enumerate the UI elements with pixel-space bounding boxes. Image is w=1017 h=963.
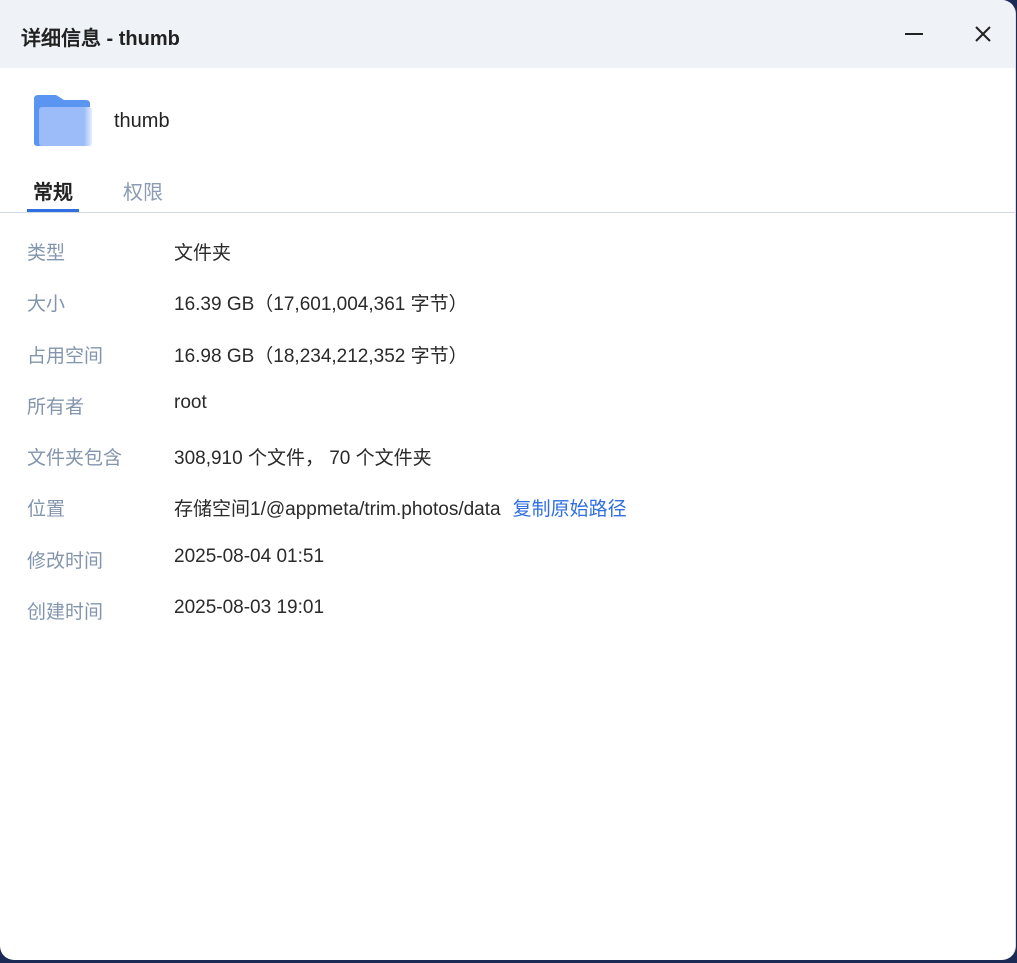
property-label: 类型 <box>27 243 66 264</box>
property-value: 308,910 个文件， 70 个文件夹 <box>174 448 432 470</box>
row-contents: 文件夹包含 308,910 个文件， 70 个文件夹 <box>0 443 1015 494</box>
close-button[interactable] <box>967 18 999 50</box>
property-value: root <box>174 391 207 413</box>
property-value: 2025-08-04 01:51 <box>174 545 325 567</box>
property-label: 创建时间 <box>27 602 104 624</box>
file-name: thumb <box>114 109 170 132</box>
row-modified-time: 修改时间 2025-08-04 01:51 <box>0 546 1015 597</box>
property-value: 文件夹 <box>174 243 232 264</box>
property-label: 所有者 <box>27 396 85 418</box>
details-window: 详细信息 - thumb thumb 常规 权限 类型 文件夹 大小 16.39 G… <box>0 0 1016 960</box>
tab-permissions[interactable]: 权限 <box>123 176 163 205</box>
tab-bar: 常规 权限 <box>0 172 1015 213</box>
row-disk-usage: 占用空间 16.98 GB（18,234,212,352 字节） <box>0 341 1015 392</box>
row-size: 大小 16.39 GB（17,601,004,361 字节） <box>0 289 1015 340</box>
property-label: 文件夹包含 <box>27 448 123 470</box>
folder-icon <box>34 95 92 146</box>
property-value: 2025-08-03 19:01 <box>174 597 325 619</box>
property-label: 占用空间 <box>27 345 104 367</box>
tab-general[interactable]: 常规 <box>27 176 79 212</box>
property-label: 位置 <box>27 499 66 521</box>
properties-list: 类型 文件夹 大小 16.39 GB（17,601,004,361 字节） 占用空间… <box>0 238 1015 648</box>
property-value: 存储空间1/@appmeta/trim.photos/data <box>174 499 501 521</box>
close-icon <box>975 26 991 42</box>
minimize-icon <box>905 33 923 35</box>
minimize-button[interactable] <box>898 18 930 50</box>
property-value: 16.98 GB（18,234,212,352 字节） <box>174 345 468 367</box>
property-label: 大小 <box>27 294 66 316</box>
window-title: 详细信息 - thumb <box>21 28 180 50</box>
row-type: 类型 文件夹 <box>0 238 1015 289</box>
file-header: thumb <box>34 95 170 147</box>
row-location: 位置 存储空间1/@appmeta/trim.photos/data 复制原始路径 <box>0 494 1015 545</box>
row-created-time: 创建时间 2025-08-03 19:01 <box>0 597 1015 648</box>
location-value-wrap: 存储空间1/@appmeta/trim.photos/data 复制原始路径 <box>174 494 627 521</box>
property-label: 修改时间 <box>27 550 104 572</box>
title-bar[interactable]: 详细信息 - thumb <box>0 0 1015 68</box>
copy-original-path-link[interactable]: 复制原始路径 <box>513 499 627 520</box>
row-owner: 所有者 root <box>0 392 1015 443</box>
property-value: 16.39 GB（17,601,004,361 字节） <box>174 294 468 316</box>
